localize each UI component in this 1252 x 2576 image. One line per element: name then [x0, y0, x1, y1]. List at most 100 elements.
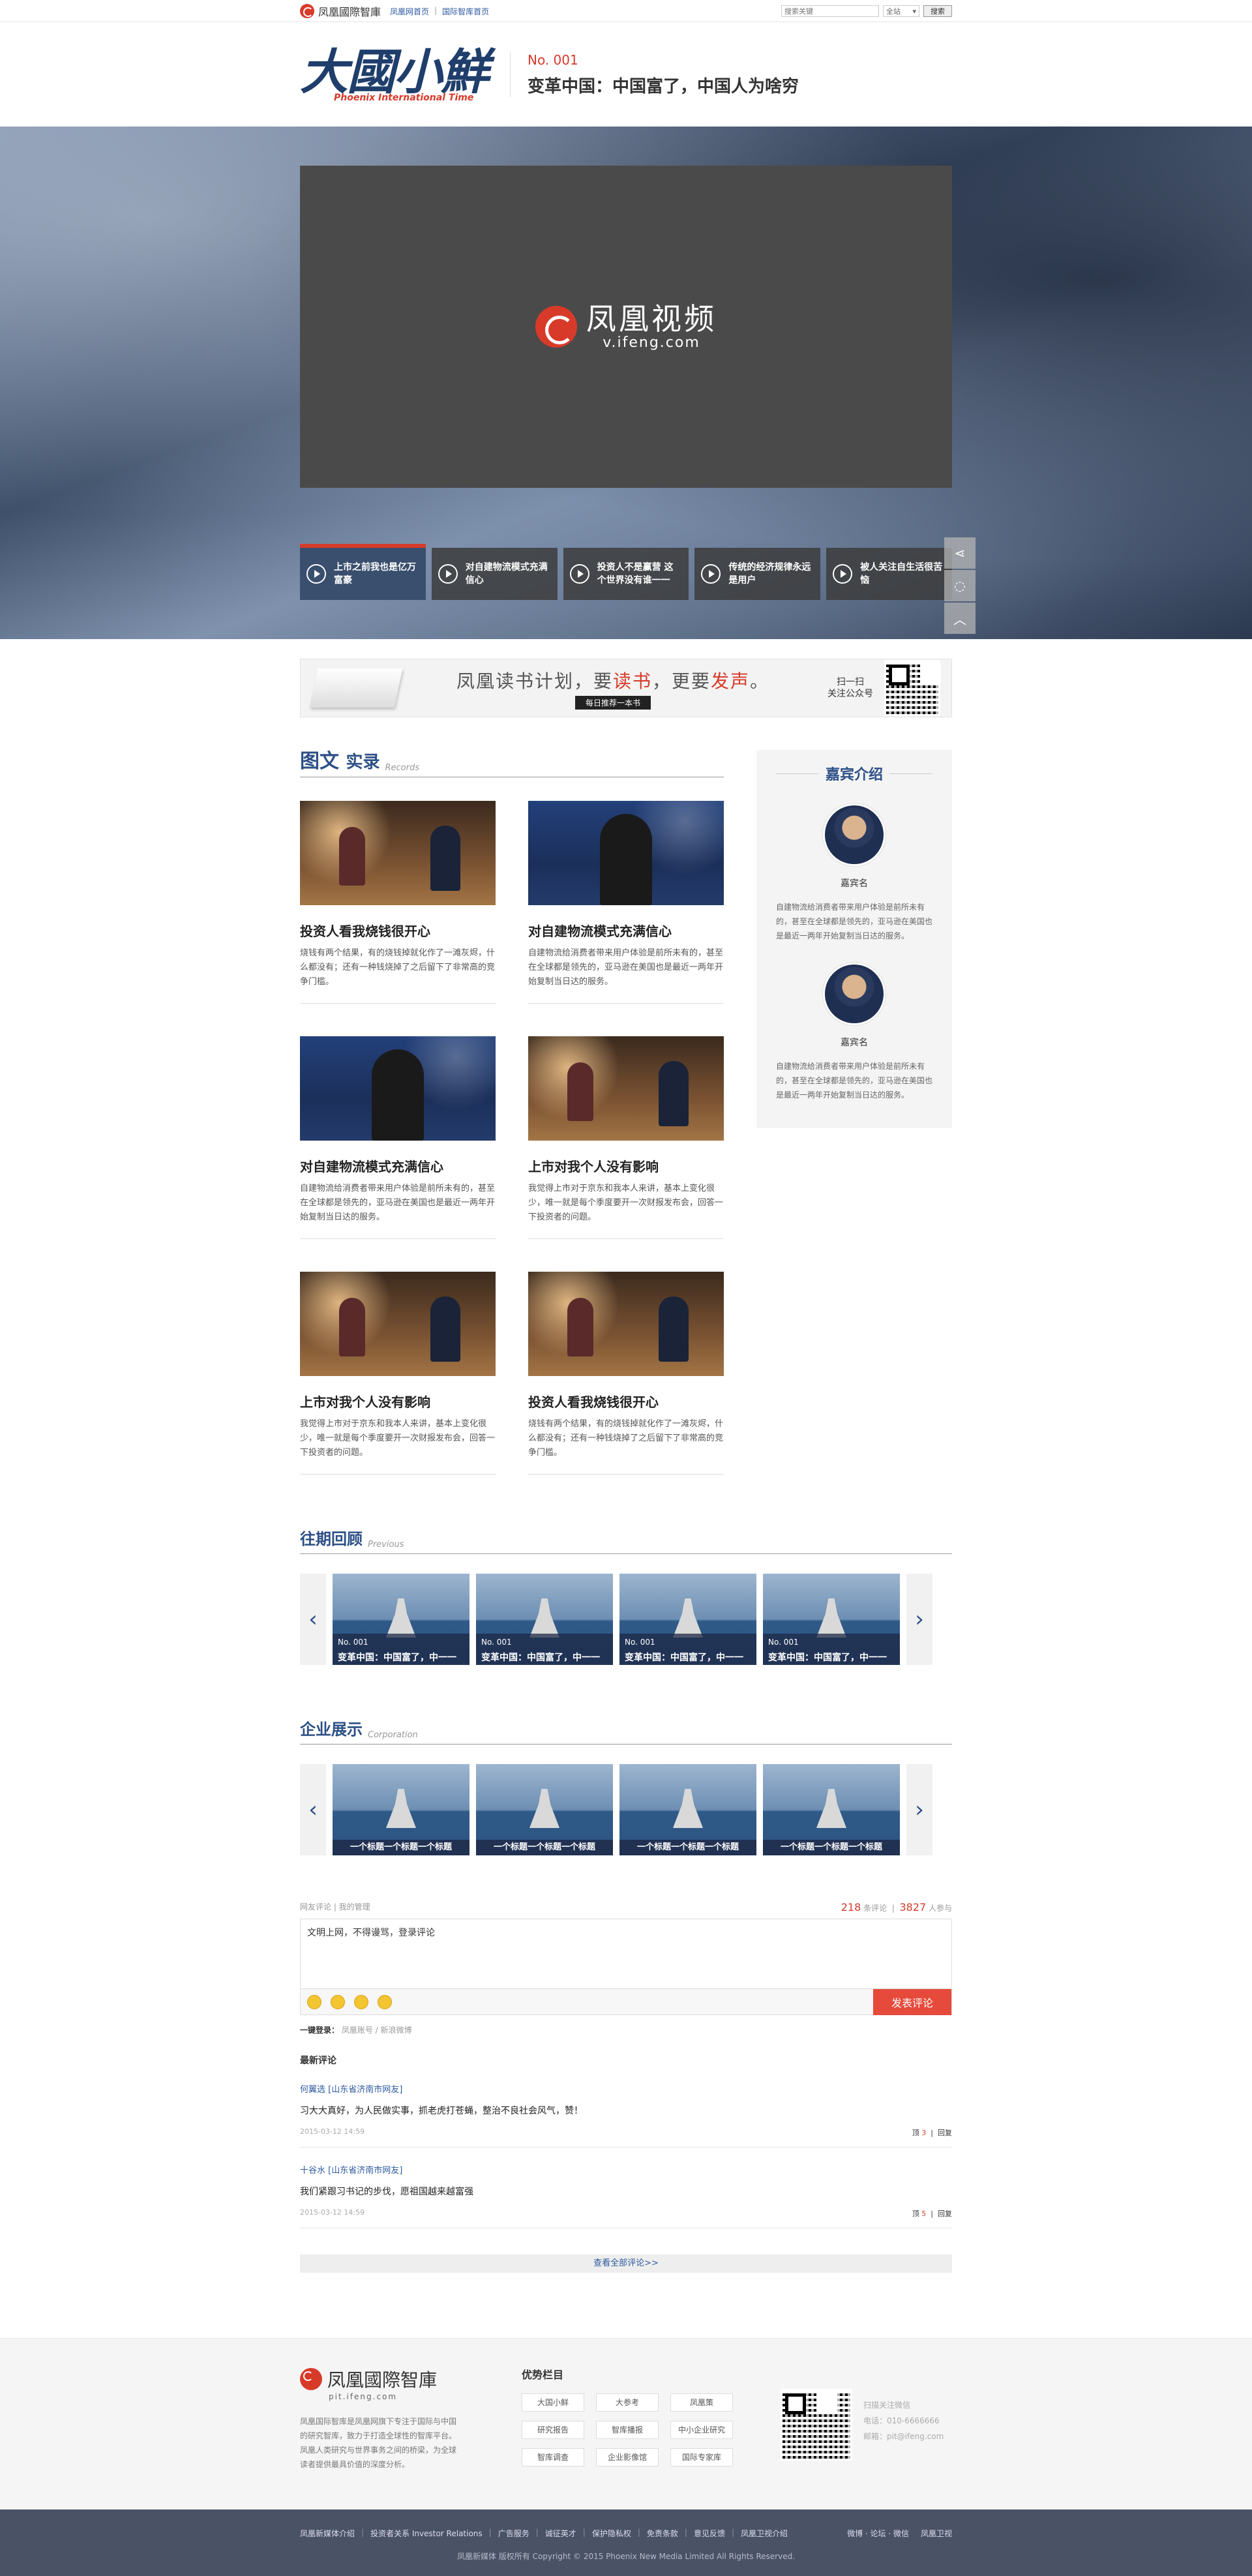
link-think-tank-home[interactable]: 国际智库首页: [442, 6, 489, 17]
bottom-link[interactable]: 意见反馈: [694, 2528, 725, 2539]
masthead-subtitle: Phoenix International Time: [334, 93, 474, 103]
reply-button[interactable]: 回复: [938, 2129, 952, 2137]
participant-count: 3827: [899, 1901, 927, 1913]
record-title[interactable]: 投资人看我烧钱很开心: [300, 921, 496, 940]
section-header: 企业展示 Corporation: [300, 1717, 952, 1745]
upvote-button[interactable]: 顶: [912, 2209, 919, 2218]
record-card[interactable]: 上市对我个人没有影响 我觉得上市对于京东和我本人来讲，基本上变化很少，唯一就是每…: [300, 1272, 496, 1475]
record-card[interactable]: 上市对我个人没有影响 我觉得上市对于京东和我本人来讲，基本上变化很少，唯一就是每…: [528, 1036, 724, 1239]
emoji-icon[interactable]: [378, 1994, 392, 2009]
emoji-icon[interactable]: [354, 1994, 368, 2009]
link-ifeng-home[interactable]: 凤凰网首页: [390, 6, 429, 17]
issue-title: 变革中国：中国富了，中国人为啥穷: [528, 76, 799, 97]
corporation-item[interactable]: 一个标题一个标题一个标题: [333, 1764, 470, 1855]
search-scope-select[interactable]: 全站 ▾: [883, 5, 919, 17]
footer-col-link[interactable]: 智库播报: [596, 2421, 659, 2439]
latest-comments-title: 最新评论: [300, 2056, 336, 2066]
footer-col-link[interactable]: 凤凰策: [670, 2393, 733, 2412]
previous-title: 变革中国：中国富了，中一一: [338, 1653, 456, 1663]
bottom-link[interactable]: 凤凰新媒体介绍: [300, 2528, 355, 2539]
guest-item[interactable]: 嘉宾名 自建物流给消费者带来用户体验是前所未有的，甚至在全球都是领先的，亚马逊在…: [776, 963, 932, 1102]
social-links[interactable]: 微博 · 论坛 · 微信: [847, 2528, 909, 2539]
video-tab[interactable]: 传统的经济规律永远是用户: [694, 548, 821, 600]
emoji-icon[interactable]: [331, 1994, 345, 2009]
video-player[interactable]: 凤凰视频 v.ifeng.com: [300, 166, 952, 488]
record-card[interactable]: 对自建物流模式充满信心 自建物流给消费者带来用户体验是前所未有的，甚至在全球都是…: [528, 801, 724, 1004]
previous-title: 变革中国：中国富了，中一一: [768, 1653, 887, 1663]
record-card[interactable]: 投资人看我烧钱很开心 烧钱有两个结果，有的烧钱掉就化作了一滩灰烬，什么都没有；还…: [528, 1272, 724, 1475]
video-tab[interactable]: 投资人不是赢营 这个世界没有谁一一: [563, 548, 689, 600]
banner-text: 凤凰读书计划，要: [456, 670, 613, 692]
record-desc: 自建物流给消费者带来用户体验是前所未有的，甚至在全球都是领先的，亚马逊在美国也是…: [528, 946, 724, 1004]
record-card[interactable]: 对自建物流模式充满信心 自建物流给消费者带来用户体验是前所未有的，甚至在全球都是…: [300, 1036, 496, 1239]
footer-logo[interactable]: 凤凰國際智庫: [300, 2366, 496, 2392]
masthead-logo[interactable]: 大國小鮮 Phoenix International Time: [300, 46, 489, 103]
header: 大國小鮮 Phoenix International Time No. 001 …: [0, 22, 1252, 127]
video-tab[interactable]: 对自建物流模式充满信心: [431, 548, 558, 600]
previous-item[interactable]: No. 001 变革中国：中国富了，中一一: [763, 1574, 900, 1665]
comment-icon[interactable]: ◌: [944, 570, 976, 601]
chevron-right-icon[interactable]: ›: [906, 1574, 932, 1665]
top-brand[interactable]: 凤凰國際智庫: [300, 3, 381, 19]
footer-col-link[interactable]: 国际专家库: [670, 2448, 733, 2466]
previous-item[interactable]: No. 001 变革中国：中国富了，中一一: [333, 1574, 470, 1665]
comments-manage-links[interactable]: 网友评论 | 我的管理: [300, 1901, 370, 1913]
phoenix-tv-link[interactable]: 凤凰卫视: [921, 2528, 952, 2539]
banner-highlight: 读书: [612, 670, 652, 692]
footer-col-link[interactable]: 大参考: [596, 2393, 659, 2412]
emoji-icon[interactable]: [307, 1994, 321, 2009]
footer-col-link[interactable]: 企业影像馆: [596, 2448, 659, 2466]
record-title[interactable]: 投资人看我烧钱很开心: [528, 1392, 724, 1411]
footer-info-line: 邮箱：pit@ifeng.com: [863, 2432, 944, 2441]
reply-button[interactable]: 回复: [938, 2209, 952, 2218]
record-card[interactable]: 投资人看我烧钱很开心 烧钱有两个结果，有的烧钱掉就化作了一滩灰烬，什么都没有；还…: [300, 801, 496, 1004]
record-title[interactable]: 上市对我个人没有影响: [300, 1392, 496, 1411]
corporation-item[interactable]: 一个标题一个标题一个标题: [619, 1764, 756, 1855]
footer-col-link[interactable]: 中小企业研究: [670, 2421, 733, 2439]
ship-image: [386, 1598, 416, 1638]
quick-login-options[interactable]: 凤凰账号 / 新浪微博: [342, 2026, 412, 2035]
share-icon[interactable]: ⋖: [944, 537, 976, 569]
comments-section: 网友评论 | 我的管理 218 条评论 | 3827 人参与 文明上网，不得谩骂…: [300, 1901, 952, 2273]
comment-user[interactable]: 十谷水 [山东省济南市网友]: [300, 2163, 952, 2176]
player-brand: 凤凰视频: [586, 301, 717, 337]
chevron-left-icon[interactable]: ‹: [300, 1574, 326, 1665]
video-tab[interactable]: 上市之前我也是亿万富豪: [300, 544, 426, 600]
previous-item[interactable]: No. 001 变革中国：中国富了，中一一: [476, 1574, 613, 1665]
previous-item[interactable]: No. 001 变革中国：中国富了，中一一: [619, 1574, 756, 1665]
footer-col-link[interactable]: 大国小鲜: [522, 2393, 584, 2412]
bottom-link[interactable]: 广告服务: [498, 2528, 529, 2539]
record-title[interactable]: 对自建物流模式充满信心: [528, 921, 724, 940]
view-all-comments-link[interactable]: 查看全部评论>>: [300, 2254, 952, 2273]
record-title[interactable]: 对自建物流模式充满信心: [300, 1156, 496, 1175]
reading-plan-banner[interactable]: 凤凰读书计划，要读书，更要发声。 每日推荐一本书 扫一扫 关注公众号: [300, 659, 952, 717]
corporation-item[interactable]: 一个标题一个标题一个标题: [476, 1764, 613, 1855]
previous-section: 往期回顾 Previous ‹ No. 001 变革中国：中国富了，中一一 No.…: [300, 1527, 952, 1665]
video-tab[interactable]: 被人关注自生活很苦恼: [826, 548, 952, 600]
corporation-item[interactable]: 一个标题一个标题一个标题: [763, 1764, 900, 1855]
divider: [510, 52, 511, 97]
comment-input[interactable]: 文明上网，不得谩骂，登录评论: [300, 1919, 952, 1989]
submit-comment-button[interactable]: 发表评论: [873, 1988, 951, 2015]
guest-box: 嘉宾介绍 嘉宾名 自建物流给消费者带来用户体验是前所未有的，甚至在全球都是领先的…: [756, 750, 952, 1128]
footer-col-link[interactable]: 研究报告: [522, 2421, 584, 2439]
chevron-right-icon[interactable]: ›: [906, 1764, 932, 1855]
bottom-link[interactable]: 免责条款: [647, 2528, 678, 2539]
bottom-link[interactable]: 保护隐私权: [592, 2528, 631, 2539]
back-to-top-icon[interactable]: ︿: [944, 603, 976, 634]
bottom-link[interactable]: 诚征英才: [545, 2528, 576, 2539]
chevron-left-icon[interactable]: ‹: [300, 1764, 326, 1855]
quick-login-label: 一键登录：: [300, 2026, 340, 2035]
bottom-link[interactable]: 凤凰卫视介绍: [741, 2528, 788, 2539]
upvote-button[interactable]: 顶: [912, 2129, 919, 2137]
search-input[interactable]: [781, 5, 879, 17]
footer-col-link[interactable]: 智库调查: [522, 2448, 584, 2466]
comment-user[interactable]: 何翼选 [山东省济南市网友]: [300, 2082, 952, 2095]
bottom-link[interactable]: 投资者关系 Investor Relations: [370, 2528, 483, 2539]
record-title[interactable]: 上市对我个人没有影响: [528, 1156, 724, 1175]
guest-name: 嘉宾名: [841, 878, 868, 889]
search-button[interactable]: 搜索: [923, 5, 952, 17]
corporation-title: 一个标题一个标题一个标题: [476, 1840, 613, 1855]
section-title: 往期回顾: [300, 1530, 363, 1548]
guest-item[interactable]: 嘉宾名 自建物流给消费者带来用户体验是前所未有的，甚至在全球都是领先的，亚马逊在…: [776, 803, 932, 943]
